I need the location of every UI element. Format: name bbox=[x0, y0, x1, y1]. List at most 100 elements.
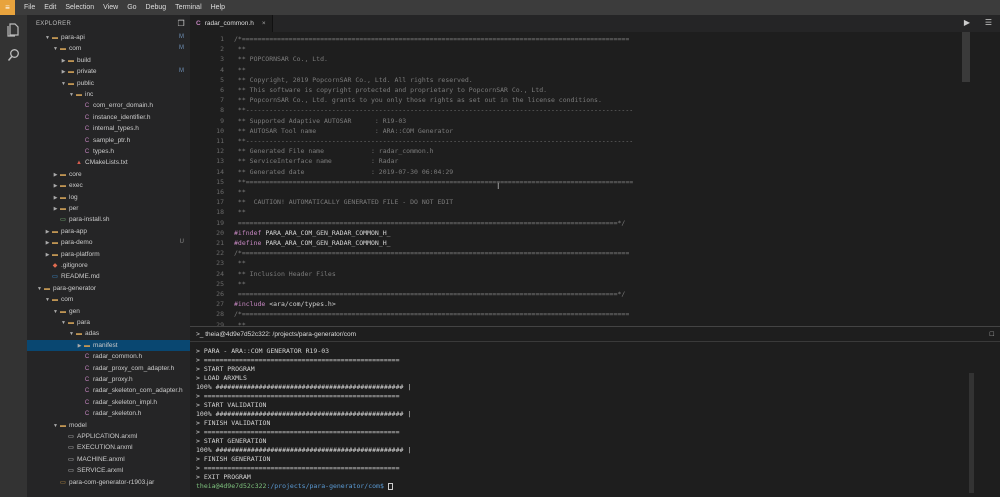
tree-file[interactable]: ▭ para-install.sh bbox=[27, 214, 190, 225]
tab-radar-common[interactable]: C radar_common.h × bbox=[190, 15, 273, 32]
tree-folder[interactable]: ▼ ▬ com bbox=[27, 294, 190, 305]
tree-label: para-app bbox=[61, 227, 88, 235]
c-file-icon: C bbox=[84, 126, 90, 133]
tree-folder[interactable]: ▼ ▬ com M bbox=[27, 43, 190, 54]
terminal-line: > START PROGRAM bbox=[196, 365, 255, 373]
code-comment: **======================================… bbox=[234, 177, 634, 186]
tree-file[interactable]: Cradar_skeleton_impl.h bbox=[27, 397, 190, 408]
tree-file[interactable]: ▭ README.md bbox=[27, 271, 190, 282]
folder-icon: ▬ bbox=[68, 80, 74, 87]
menu-go[interactable]: Go bbox=[127, 4, 136, 11]
app-logo[interactable]: ≡ bbox=[0, 0, 15, 15]
folder-icon: ▬ bbox=[68, 69, 74, 76]
tree-file[interactable]: Csample_ptr.h bbox=[27, 135, 190, 146]
close-icon[interactable]: × bbox=[262, 20, 266, 27]
chevron-right-icon: ▶ bbox=[53, 194, 58, 201]
code-text: PARA_ARA_COM_GEN_RADAR_COMMON_H_ bbox=[261, 228, 391, 237]
menu-edit[interactable]: Edit bbox=[44, 4, 56, 11]
terminal-line: > PARA - ARA::COM GENERATOR R19-03 bbox=[196, 347, 330, 355]
tree-folder[interactable]: ▶ ▬ para-app bbox=[27, 226, 190, 237]
tree-file[interactable]: Cinstance_identifier.h bbox=[27, 112, 190, 123]
menu-view[interactable]: View bbox=[103, 4, 118, 11]
tree-label: private bbox=[77, 68, 97, 76]
code-text: <ara/com/types.h> bbox=[265, 300, 336, 309]
files-icon[interactable] bbox=[6, 23, 21, 38]
folder-icon: ▬ bbox=[52, 297, 58, 304]
folder-icon: ▬ bbox=[60, 171, 66, 178]
tree-folder[interactable]: ▼ ▬ para bbox=[27, 317, 190, 328]
run-icon[interactable]: ▶ bbox=[964, 18, 970, 27]
tree-folder[interactable]: ▶ ▬ log bbox=[27, 192, 190, 203]
code-line: 21 #define PARA_ARA_COM_GEN_RADAR_COMMON_… bbox=[190, 238, 390, 248]
tree-file[interactable]: Cradar_proxy.h bbox=[27, 374, 190, 385]
menu-terminal[interactable]: Terminal bbox=[175, 4, 201, 11]
code-line: 9 ** Supported Adaptive AUTOSAR : R19-03 bbox=[190, 116, 406, 126]
terminal-scrollbar[interactable] bbox=[969, 373, 974, 493]
explorer-title: EXPLORER bbox=[36, 20, 72, 27]
menu-file[interactable]: File bbox=[24, 4, 35, 11]
tree-folder[interactable]: ▼ ▬ gen bbox=[27, 306, 190, 317]
tree-folder[interactable]: ▶ ▬ para-demo U bbox=[27, 237, 190, 248]
tree-file[interactable]: Cradar_skeleton_com_adapter.h bbox=[27, 385, 190, 396]
chevron-down-icon: ▼ bbox=[53, 308, 58, 315]
tree-file[interactable]: Ctypes.h bbox=[27, 146, 190, 157]
code-line: 10 ** AUTOSAR Tool name : ARA::COM Gener… bbox=[190, 126, 453, 136]
c-file-icon: C bbox=[84, 149, 90, 155]
tree-folder[interactable]: ▼ ▬ para-generator bbox=[27, 283, 190, 294]
tree-label: com_error_domain.h bbox=[93, 102, 153, 110]
tree-file[interactable]: ▭ SERVICE.arxml bbox=[27, 465, 190, 476]
line-number: 28 bbox=[216, 310, 224, 319]
tree-file[interactable]: ▭ EXECUTION.arxml bbox=[27, 442, 190, 453]
menu-help[interactable]: Help bbox=[211, 4, 225, 11]
tree-file[interactable]: Cradar_skeleton.h bbox=[27, 408, 190, 419]
tree-folder[interactable]: ▶ ▬ per bbox=[27, 203, 190, 214]
tree-label: adas bbox=[85, 330, 100, 338]
tree-label: SERVICE.arxml bbox=[77, 467, 124, 475]
line-number: 14 bbox=[216, 167, 224, 176]
menu-selection[interactable]: Selection bbox=[65, 4, 94, 11]
chevron-right-icon: ▶ bbox=[53, 206, 58, 212]
minimap-slider[interactable] bbox=[962, 32, 970, 82]
terminal-title[interactable]: >_ theia@4d9e7d52c322: /projects/para-ge… bbox=[196, 331, 356, 338]
tree-file[interactable]: ▲ CMakeLists.txt bbox=[27, 157, 190, 168]
tree-file[interactable]: Cradar_proxy_com_adapter.h bbox=[27, 363, 190, 374]
menu-debug[interactable]: Debug bbox=[146, 4, 167, 11]
tree-file[interactable]: ◆ .gitignore bbox=[27, 260, 190, 271]
collapse-all-icon[interactable]: ❐ bbox=[178, 19, 185, 28]
terminal-output[interactable]: > PARA - ARA::COM GENERATOR R19-03 > ====… bbox=[196, 347, 411, 491]
terminal-line: 100% ###################################… bbox=[196, 383, 412, 391]
tree-folder[interactable]: ▶ ▬ exec bbox=[27, 180, 190, 191]
tree-file[interactable]: Ccom_error_domain.h bbox=[27, 100, 190, 111]
tree-file[interactable]: Cinternal_types.h bbox=[27, 123, 190, 134]
chevron-down-icon: ▼ bbox=[45, 35, 50, 41]
tree-folder[interactable]: ▼ ▬ public bbox=[27, 78, 190, 89]
tree-file[interactable]: Cradar_common.h bbox=[27, 351, 190, 362]
code-comment: ** bbox=[234, 188, 246, 196]
tree-folder[interactable]: ▼ ▬ model bbox=[27, 420, 190, 431]
editor-area: C radar_common.h × ▶ ☰ 1 /*==============… bbox=[190, 15, 1000, 326]
terminal-prompt[interactable]: theia@4d9e7d52c322:/projects/para-genera… bbox=[196, 482, 411, 491]
tree-folder[interactable]: ▼ ▬ adas bbox=[27, 328, 190, 339]
tree-label: radar_common.h bbox=[93, 353, 143, 361]
line-number: 9 bbox=[220, 116, 224, 125]
c-file-icon: C bbox=[84, 388, 90, 395]
tree-label: core bbox=[69, 170, 82, 178]
tree-file[interactable]: ▭ MACHINE.arxml bbox=[27, 454, 190, 465]
line-number: 10 bbox=[216, 126, 224, 135]
tree-file[interactable]: ▭ APPLICATION.arxml bbox=[27, 431, 190, 442]
tree-file[interactable]: ▭ para-com-generator-r1903.jar bbox=[27, 477, 190, 488]
search-icon[interactable] bbox=[6, 48, 21, 63]
line-number: 13 bbox=[216, 157, 224, 166]
tree-folder[interactable]: ▼ ▬ inc bbox=[27, 89, 190, 100]
code-view[interactable]: 1 /*=====================================… bbox=[190, 32, 1000, 326]
tree-folder[interactable]: ▶ ▬ core bbox=[27, 169, 190, 180]
tree-label: radar_proxy.h bbox=[93, 376, 133, 383]
tree-folder[interactable]: ▶ ▬ para-platform bbox=[27, 249, 190, 260]
tree-folder[interactable]: ▼ ▬ para-api M bbox=[27, 32, 190, 43]
tree-label: APPLICATION.arxml bbox=[77, 433, 138, 440]
maximize-icon[interactable]: □ bbox=[990, 331, 994, 338]
tree-folder[interactable]: ▶ ▬ private M bbox=[27, 66, 190, 77]
more-icon[interactable]: ☰ bbox=[985, 18, 992, 27]
tree-folder[interactable]: ▶ ▬ manifest bbox=[27, 339, 190, 352]
tree-folder[interactable]: ▶ ▬ build bbox=[27, 55, 190, 66]
